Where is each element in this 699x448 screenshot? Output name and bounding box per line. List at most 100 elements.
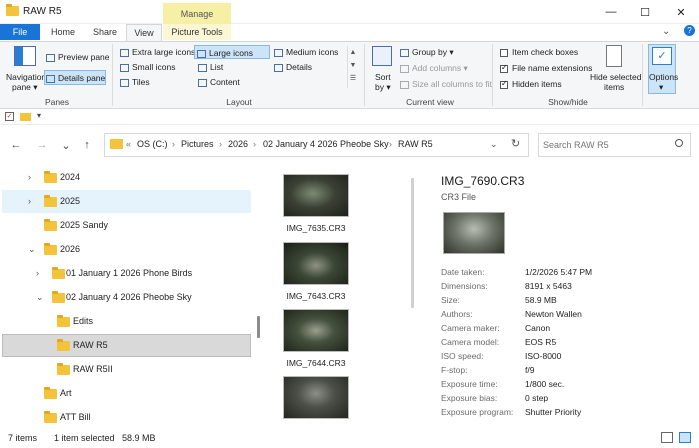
layout-group-label: Layout — [226, 97, 252, 107]
nav-item-label: RAW R5II — [73, 364, 113, 374]
help-icon[interactable]: ? — [684, 25, 695, 36]
medium-icons-icon — [274, 48, 283, 57]
prop-key: Dimensions: — [441, 281, 488, 291]
layout-scroll-icon[interactable]: ▲ ▼ ☰ — [347, 46, 358, 88]
new-folder-icon[interactable] — [20, 113, 31, 121]
tab-file[interactable]: File — [0, 24, 40, 40]
close-button[interactable]: ✕ — [664, 0, 698, 24]
group-by-button[interactable]: Group by ▾ — [400, 47, 454, 58]
details-filename: IMG_7690.CR3 — [441, 174, 525, 188]
nav-item-pheobe-sky[interactable]: ⌄ 02 January 4 2026 Pheobe Sky — [2, 286, 251, 309]
file-item[interactable]: IMG_7643.CR3 — [263, 242, 410, 306]
folder-icon — [44, 387, 57, 399]
navigation-pane-button[interactable]: Navigation — [6, 72, 46, 82]
nav-item-2025-sandy[interactable]: 2025 Sandy — [2, 214, 251, 237]
nav-item-label: Edits — [73, 316, 94, 326]
breadcrumb-separator-icon[interactable]: › — [389, 139, 392, 149]
nav-item-raw-r5ii[interactable]: RAW R5II — [2, 358, 251, 381]
photo-thumbnail — [283, 242, 349, 285]
back-arrow-icon[interactable]: ← — [9, 138, 23, 152]
tiles-option[interactable]: Tiles — [120, 77, 150, 87]
breadcrumb-separator-icon[interactable]: › — [219, 139, 222, 149]
prop-value[interactable]: 1/2/2026 5:47 PM — [525, 267, 592, 277]
hide-selected-items-button[interactable]: Hide selected — [590, 72, 642, 82]
nav-item-raw-r5[interactable]: RAW R5 — [2, 334, 251, 357]
photo-thumbnail — [283, 174, 349, 217]
tab-view[interactable]: View — [126, 24, 162, 41]
customize-quick-access-icon[interactable]: ▾ — [37, 111, 41, 120]
breadcrumb-2026[interactable]: 2026 — [228, 139, 248, 149]
large-icons-view-toggle-icon[interactable] — [679, 432, 691, 443]
search-box[interactable] — [538, 133, 691, 157]
add-columns-button[interactable]: Add columns ▾ — [400, 63, 468, 74]
details-option[interactable]: Details — [274, 62, 312, 72]
hide-selected-items-label[interactable]: items — [604, 82, 624, 92]
file-list-scrollbar[interactable] — [411, 178, 414, 308]
navigation-pane[interactable]: › 2024 › 2025 2025 Sandy ⌄ 2026 › 01 Jan… — [0, 166, 262, 428]
sort-by-button[interactable]: Sort — [375, 72, 391, 82]
details-pane-button[interactable]: Details pane — [44, 70, 106, 85]
nav-scrollbar[interactable] — [257, 316, 260, 338]
tab-share[interactable]: Share — [86, 24, 124, 40]
nav-item-art[interactable]: Art — [2, 382, 251, 405]
breadcrumb-raw-r5[interactable]: RAW R5 — [398, 139, 433, 149]
chevron-right-icon[interactable]: › — [36, 268, 39, 278]
ribbon-divider — [492, 44, 493, 106]
extra-large-icons-option[interactable]: Extra large icons — [120, 47, 195, 57]
address-overflow-icon[interactable]: « — [126, 139, 131, 149]
details-view-icon — [274, 63, 283, 72]
forward-arrow-icon[interactable]: → — [35, 138, 49, 152]
large-icons-option[interactable]: Large icons — [194, 45, 270, 59]
file-name-extensions-toggle[interactable]: File name extensions — [500, 63, 592, 73]
sort-by-dropdown[interactable]: by ▾ — [375, 82, 391, 93]
checkbox-checked-icon — [500, 79, 508, 89]
breadcrumb-separator-icon[interactable]: › — [172, 139, 175, 149]
refresh-icon[interactable]: ↻ — [511, 137, 520, 150]
chevron-right-icon[interactable]: › — [28, 172, 31, 182]
file-list[interactable]: IMG_7635.CR3 IMG_7643.CR3 IMG_7644.CR3 — [263, 166, 410, 428]
small-icons-option[interactable]: Small icons — [120, 62, 175, 72]
nav-item-att-bill[interactable]: ATT Bill — [2, 406, 251, 428]
properties-icon[interactable]: ✓ — [5, 112, 14, 121]
nav-item-2026[interactable]: ⌄ 2026 — [2, 238, 251, 261]
prop-value: f/9 — [525, 365, 535, 375]
up-arrow-icon[interactable]: ↑ — [80, 138, 94, 152]
ribbon-divider — [642, 44, 643, 106]
file-item[interactable] — [263, 376, 410, 428]
chevron-down-icon[interactable]: ⌄ — [28, 244, 36, 255]
prop-value[interactable]: Newton Wallen — [525, 309, 582, 319]
breadcrumb-os-c[interactable]: OS (C:) — [137, 139, 168, 149]
list-option[interactable]: List — [198, 62, 223, 72]
prop-value: 1/800 sec. — [525, 379, 565, 389]
breadcrumb-pheobe-sky[interactable]: 02 January 4 2026 Pheobe Sky — [263, 139, 389, 149]
tab-picture-tools[interactable]: Picture Tools — [163, 24, 231, 40]
file-item[interactable]: IMG_7635.CR3 — [263, 174, 410, 238]
nav-item-phone-birds[interactable]: › 01 January 1 2026 Phone Birds — [2, 262, 251, 285]
chevron-right-icon[interactable]: › — [28, 196, 31, 206]
content-option[interactable]: Content — [198, 77, 240, 87]
size-all-columns-button[interactable]: Size all columns to fit — [400, 79, 492, 89]
large-icons-icon — [197, 49, 206, 58]
address-dropdown-icon[interactable]: ⌄ — [490, 139, 498, 150]
nav-item-2024[interactable]: › 2024 — [2, 166, 251, 189]
expand-ribbon-icon[interactable]: ⌄ — [662, 26, 670, 37]
maximize-button[interactable]: ☐ — [628, 0, 662, 24]
item-check-boxes-toggle[interactable]: Item check boxes — [500, 47, 578, 57]
nav-item-2025[interactable]: › 2025 — [2, 190, 251, 213]
preview-pane-button[interactable]: Preview pane — [46, 52, 110, 62]
file-item[interactable]: IMG_7644.CR3 — [263, 309, 410, 373]
search-input[interactable] — [543, 138, 671, 152]
details-view-toggle-icon[interactable] — [661, 432, 673, 443]
minimize-button[interactable]: — — [594, 0, 628, 24]
sort-icon — [372, 46, 392, 66]
recent-locations-icon[interactable]: ⌄ — [59, 138, 73, 152]
breadcrumb-separator-icon[interactable]: › — [253, 139, 256, 149]
hidden-items-toggle[interactable]: Hidden items — [500, 79, 562, 89]
chevron-down-icon[interactable]: ⌄ — [36, 292, 44, 303]
medium-icons-option[interactable]: Medium icons — [274, 47, 338, 57]
navigation-pane-dropdown[interactable]: pane ▾ — [12, 82, 38, 93]
tab-home[interactable]: Home — [44, 24, 82, 40]
nav-item-edits[interactable]: Edits — [2, 310, 251, 333]
breadcrumb-pictures[interactable]: Pictures — [181, 139, 214, 149]
file-name: IMG_7635.CR3 — [286, 223, 346, 233]
